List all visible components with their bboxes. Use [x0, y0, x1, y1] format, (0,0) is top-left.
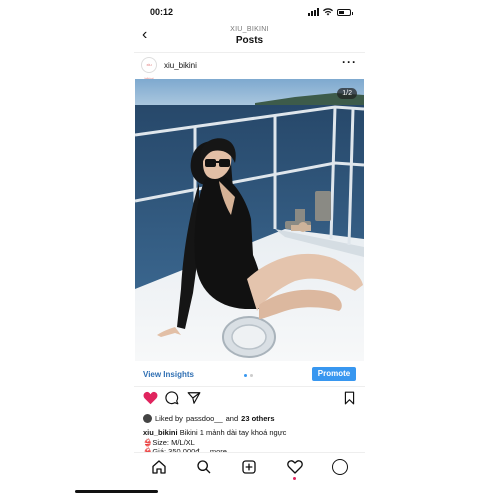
new-post-icon[interactable] [241, 459, 257, 475]
likes-prefix: Liked by [155, 414, 183, 423]
post-caption: xiu_bikini Bikini 1 mảnh dài tay khoá ng… [143, 428, 358, 453]
promote-button[interactable]: Promote [312, 367, 356, 381]
post-photo[interactable]: 1/2 [135, 79, 364, 361]
page-title: Posts [235, 35, 264, 46]
photo-illustration [135, 79, 364, 361]
comment-icon[interactable] [165, 391, 179, 405]
status-bar: 00:12 [134, 6, 365, 20]
bottom-tab-bar [134, 452, 365, 481]
post-header: xiu bikini xiu_bikini ··· [134, 52, 365, 81]
status-time: 00:12 [150, 7, 174, 17]
instagram-post-screen: 00:12 ‹ XIU_BIKINI Posts xiu bikini xiu_… [134, 0, 365, 498]
likes-user[interactable]: passdoo__ [186, 414, 223, 423]
carousel-dot-active [244, 374, 247, 377]
post-actions [134, 391, 365, 409]
top-nav: ‹ XIU_BIKINI Posts [134, 24, 365, 48]
photo-counter: 1/2 [337, 88, 357, 99]
caption-text: Bikini 1 mảnh dài tay khoá ngực [179, 428, 287, 437]
like-heart-icon[interactable] [143, 391, 158, 405]
carousel-dot [250, 374, 253, 377]
caption-username[interactable]: xiu_bikini [143, 428, 178, 437]
status-icons [308, 8, 353, 16]
wifi-icon [323, 8, 333, 16]
carousel-indicator [244, 374, 253, 377]
signal-icon [308, 8, 319, 16]
home-icon[interactable] [151, 459, 167, 475]
home-indicator[interactable] [75, 490, 158, 493]
post-username[interactable]: xiu_bikini [164, 61, 197, 70]
likes-joiner: and [225, 414, 239, 423]
battery-icon [337, 8, 353, 16]
nav-subtitle: XIU_BIKINI [230, 26, 269, 33]
caption-line-2: 👙Size: M/L/XL [143, 437, 195, 447]
activity-heart-icon[interactable] [287, 459, 303, 475]
bookmark-icon[interactable] [343, 391, 356, 405]
likes-line[interactable]: Liked by passdoo__ and 23 others [143, 414, 275, 423]
insights-bar: View Insights Promote [134, 364, 365, 387]
activity-notification-dot [293, 477, 296, 480]
search-icon[interactable] [196, 459, 212, 475]
liker-avatar [143, 414, 152, 423]
avatar[interactable]: xiu bikini [141, 57, 157, 81]
likes-others[interactable]: 23 others [241, 414, 274, 423]
caption-line-1: xiu_bikini Bikini 1 mảnh dài tay khoá ng… [143, 428, 358, 438]
view-insights-link[interactable]: View Insights [143, 370, 194, 379]
share-icon[interactable] [187, 391, 201, 405]
more-options-button[interactable]: ··· [342, 55, 357, 69]
profile-icon[interactable] [332, 459, 348, 475]
